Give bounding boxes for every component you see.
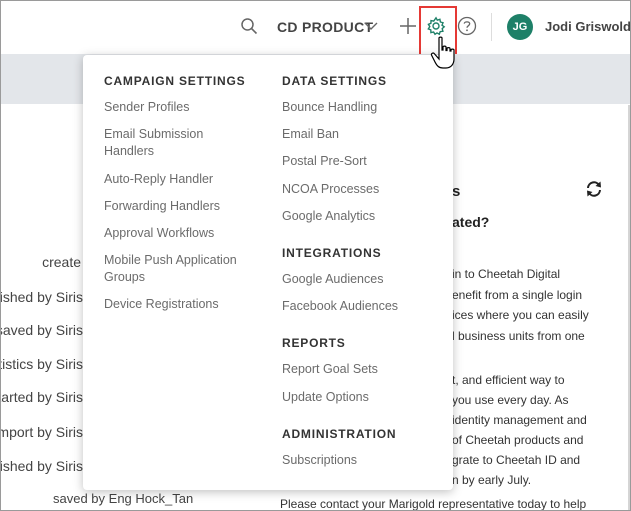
menu-item-device-registrations[interactable]: Device Registrations (104, 296, 219, 313)
menu-item-facebook-audiences[interactable]: Facebook Audiences (282, 298, 398, 315)
menu-item-auto-reply-handler[interactable]: Auto-Reply Handler (104, 171, 213, 188)
card-text-line: t, and efficient way to (452, 373, 565, 387)
search-icon[interactable] (240, 17, 258, 35)
menu-heading-reports: REPORTS (282, 336, 346, 350)
chevron-down-icon[interactable] (364, 20, 378, 32)
menu-item-bounce-handling[interactable]: Bounce Handling (282, 99, 377, 116)
card-text-line: n by early July. (452, 473, 532, 487)
refresh-icon[interactable] (585, 180, 603, 198)
product-selector-label[interactable]: CD PRODUCT (277, 19, 373, 35)
menu-item-ncoa-processes[interactable]: NCOA Processes (282, 181, 379, 198)
gear-icon[interactable] (426, 16, 446, 36)
menu-item-mobile-push-application-groups[interactable]: Mobile Push Application Groups (104, 252, 254, 286)
menu-heading-integrations: INTEGRATIONS (282, 246, 382, 260)
card-text-line: of Cheetah products and (452, 433, 584, 447)
card-text-line: you use every day. As (452, 393, 569, 407)
hand-cursor-icon (430, 36, 455, 69)
card-text-line: ices where you can easily (452, 308, 589, 322)
header-divider (491, 13, 492, 41)
contact-note: Please contact your Marigold representat… (280, 497, 587, 511)
user-name[interactable]: Jodi Griswold (545, 19, 631, 34)
menu-item-update-options[interactable]: Update Options (282, 389, 369, 406)
plus-icon[interactable] (399, 17, 417, 35)
top-bar: CD PRODUCT JG Jodi Griswold (0, 0, 631, 72)
card-text-line: in to Cheetah Digital (452, 267, 561, 281)
activity-text: lished by Siris (0, 289, 83, 305)
menu-heading-data-settings: DATA SETTINGS (282, 74, 387, 88)
settings-menu: CAMPAIGN SETTINGS Sender Profiles Email … (83, 55, 453, 490)
activity-text: tarted by Siris (0, 389, 83, 405)
card-text-line: l business units from one (452, 329, 585, 343)
menu-item-postal-pre-sort[interactable]: Postal Pre-Sort (282, 153, 367, 170)
activity-text: lished by Siris (0, 458, 83, 474)
activity-text: mport by Siris (0, 424, 83, 440)
menu-item-google-audiences[interactable]: Google Audiences (282, 271, 383, 288)
menu-item-forwarding-handlers[interactable]: Forwarding Handlers (104, 198, 220, 215)
menu-item-sender-profiles[interactable]: Sender Profiles (104, 99, 189, 116)
card-text-line: identity management and (452, 413, 587, 427)
news-card: s ated? in to Cheetah Digital enefit fro… (452, 168, 631, 511)
menu-item-email-ban[interactable]: Email Ban (282, 126, 339, 143)
menu-item-google-analytics[interactable]: Google Analytics (282, 208, 375, 225)
avatar[interactable]: JG (507, 14, 533, 40)
menu-item-report-goal-sets[interactable]: Report Goal Sets (282, 361, 378, 378)
card-text-line: grate to Cheetah ID and (452, 453, 581, 467)
menu-item-approval-workflows[interactable]: Approval Workflows (104, 225, 214, 242)
activity-text: saved by Siris (0, 322, 83, 338)
activity-text: create (42, 254, 81, 270)
activity-text: tistics by Siris (0, 356, 83, 372)
card-text-line: enefit from a single login (452, 288, 583, 302)
activity-text: saved by Eng Hock_Tan (53, 491, 194, 506)
help-icon[interactable] (457, 16, 477, 36)
card-question: ated? (452, 214, 490, 230)
menu-heading-administration: ADMINISTRATION (282, 427, 397, 441)
card-title: s (452, 183, 461, 200)
menu-item-email-submission-handlers[interactable]: Email Submission Handlers (104, 126, 234, 160)
menu-heading-campaign-settings: CAMPAIGN SETTINGS (104, 74, 246, 88)
menu-item-subscriptions[interactable]: Subscriptions (282, 452, 357, 469)
